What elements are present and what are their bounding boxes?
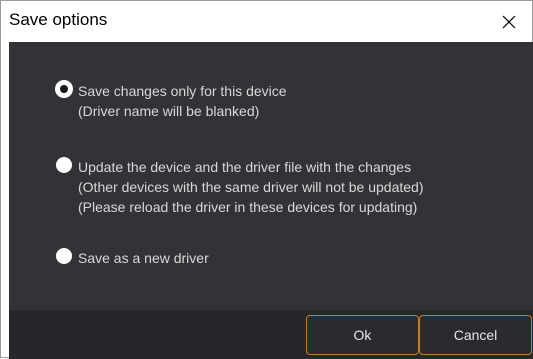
title-bar: Save options bbox=[1, 1, 532, 42]
option-note: (Other devices with the same driver will… bbox=[78, 179, 424, 195]
close-icon bbox=[502, 15, 516, 28]
radio-save-new-driver[interactable] bbox=[56, 248, 72, 264]
option-note: (Please reload the driver in these devic… bbox=[78, 199, 418, 215]
option-label: Save changes only for this device bbox=[78, 83, 287, 99]
option-note: (Driver name will be blanked) bbox=[78, 103, 260, 119]
option-label: Save as a new driver bbox=[78, 250, 209, 266]
dialog-title: Save options bbox=[9, 10, 108, 29]
radio-save-device-only[interactable] bbox=[56, 81, 72, 97]
close-button[interactable] bbox=[486, 1, 532, 42]
cancel-button[interactable]: Cancel bbox=[419, 315, 532, 355]
option-label: Update the device and the driver file wi… bbox=[78, 159, 412, 175]
button-bar: Ok Cancel bbox=[9, 310, 533, 359]
ok-button[interactable]: Ok bbox=[306, 315, 419, 355]
save-options-dialog: Save options Save changes only for this … bbox=[0, 0, 533, 359]
radio-update-device-and-driver[interactable] bbox=[56, 157, 72, 173]
options-panel: Save changes only for this device (Drive… bbox=[9, 42, 533, 310]
